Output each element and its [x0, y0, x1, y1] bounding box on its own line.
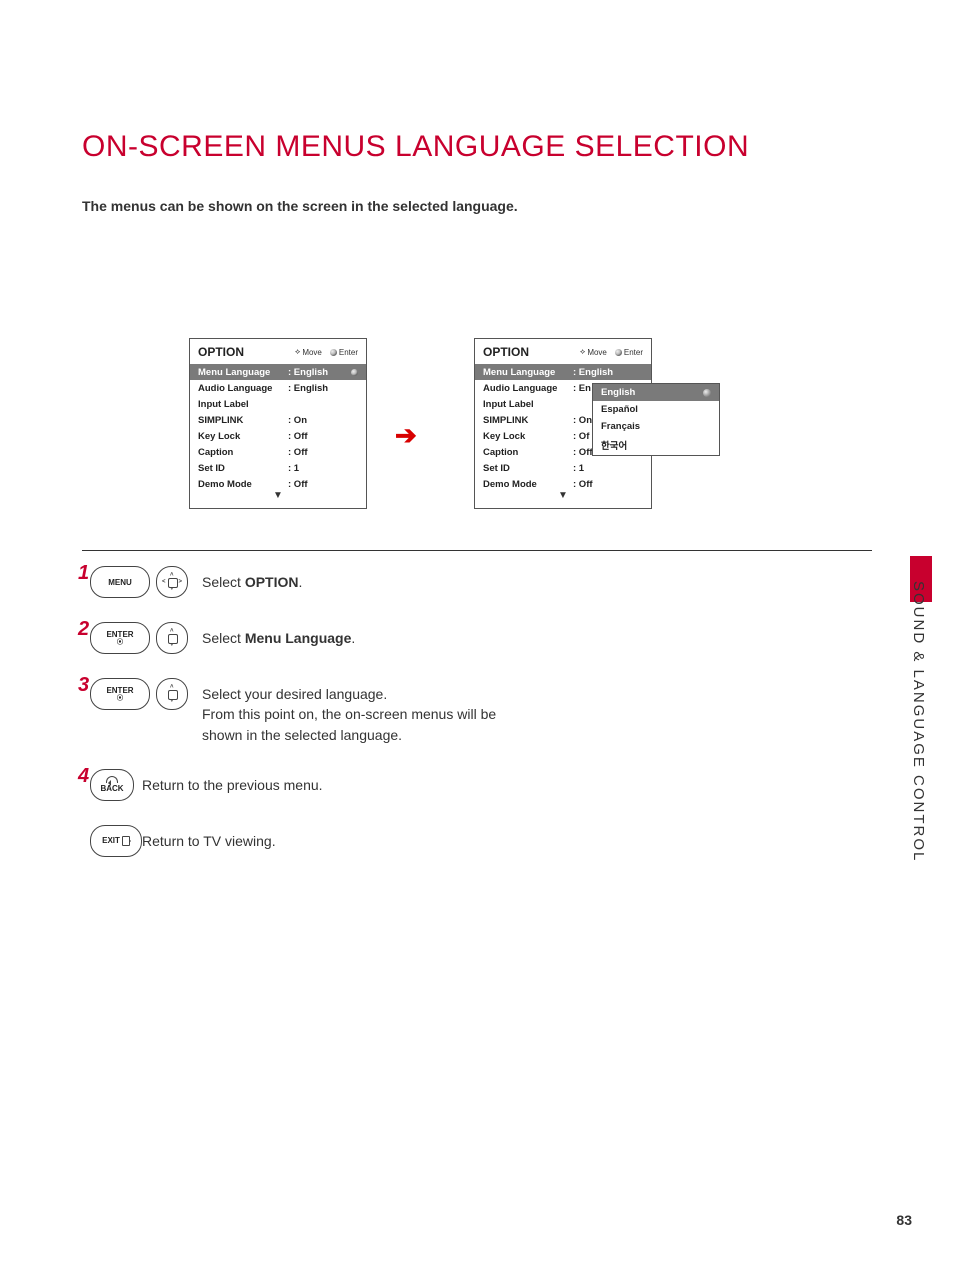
language-dropdown[interactable]: English Español Français 한국어	[592, 383, 720, 456]
enter-icon	[703, 389, 711, 397]
enter-icon	[615, 349, 622, 356]
page-title: ON-SCREEN MENUS LANGUAGE SELECTION	[82, 130, 749, 164]
enter-button[interactable]: ENTER⦿	[90, 622, 150, 654]
page-number: 83	[896, 1212, 912, 1228]
enter-icon	[330, 349, 337, 356]
enter-button[interactable]: ENTER⦿	[90, 678, 150, 710]
back-icon	[106, 776, 118, 783]
chevron-down-icon: ▼	[190, 492, 366, 504]
hint-enter: Enter	[624, 348, 643, 357]
divider	[82, 550, 872, 551]
step-4: 4 BACK Return to the previous menu.	[78, 769, 678, 801]
osd-row[interactable]: Set ID: 1	[190, 460, 366, 476]
osd-value: : English	[288, 367, 351, 378]
osd-row[interactable]: Audio Language: English	[190, 380, 366, 396]
dpad-icon: ˄˅	[163, 629, 181, 647]
hint-enter: Enter	[339, 348, 358, 357]
exit-button[interactable]: EXIT	[90, 825, 142, 857]
osd-title: OPTION	[198, 345, 295, 359]
step-number: 1	[78, 562, 89, 585]
chevron-down-icon: ▼	[475, 492, 651, 504]
osd-label: Menu Language	[198, 367, 288, 378]
osd-row[interactable]: Input Label	[190, 396, 366, 412]
step-number: 2	[78, 618, 89, 641]
osd-row[interactable]: Caption: Off	[190, 444, 366, 460]
hint-move: Move	[302, 348, 322, 357]
osd-panel-before: OPTION ⟡Move Enter Menu Language : Engli…	[189, 338, 367, 509]
side-tab-label: SOUND & LANGUAGE CONTROL	[910, 581, 927, 862]
dropdown-item[interactable]: English	[593, 384, 719, 401]
step-1: 1 MENU ˄˅˂˃ Select OPTION.	[78, 566, 678, 598]
step-number: 3	[78, 674, 89, 697]
step-text: Select Menu Language.	[202, 622, 355, 648]
osd-row-menu-language[interactable]: Menu Language : English	[475, 364, 651, 380]
menu-button[interactable]: MENU	[90, 566, 150, 598]
nav-icon: ⟡	[580, 347, 585, 357]
exit-icon	[122, 836, 130, 846]
dpad-icon: ˄˅˂˃	[163, 573, 181, 591]
dropdown-item[interactable]: Español	[593, 401, 719, 418]
step-text: Select OPTION.	[202, 566, 302, 592]
osd-row[interactable]: Key Lock: Off	[190, 428, 366, 444]
step-text: Select your desired language. From this …	[202, 678, 522, 745]
osd-title: OPTION	[483, 345, 580, 359]
dropdown-item[interactable]: 한국어	[593, 435, 719, 455]
enter-icon	[351, 369, 358, 376]
hint-move: Move	[587, 348, 607, 357]
step-5: EXIT Return to TV viewing.	[78, 825, 678, 857]
osd-row-menu-language[interactable]: Menu Language : English	[190, 364, 366, 380]
step-text: Return to TV viewing.	[142, 825, 276, 851]
dpad-button[interactable]: ˄˅˂˃	[156, 566, 188, 598]
step-text: Return to the previous menu.	[142, 769, 323, 795]
dpad-button[interactable]: ˄˅	[156, 622, 188, 654]
back-button[interactable]: BACK	[90, 769, 134, 801]
arrow-right-icon: ➔	[395, 420, 417, 451]
osd-row[interactable]: Set ID: 1	[475, 460, 651, 476]
dropdown-item[interactable]: Français	[593, 418, 719, 435]
dropdown-label: English	[601, 387, 635, 398]
step-number: 4	[78, 765, 89, 788]
dpad-button[interactable]: ˄˅	[156, 678, 188, 710]
intro-text: The menus can be shown on the screen in …	[82, 198, 518, 214]
dpad-icon: ˄˅	[163, 685, 181, 703]
osd-row[interactable]: SIMPLINK: On	[190, 412, 366, 428]
nav-icon: ⟡	[295, 347, 300, 357]
step-3: 3 ENTER⦿ ˄˅ Select your desired language…	[78, 678, 678, 745]
step-2: 2 ENTER⦿ ˄˅ Select Menu Language.	[78, 622, 678, 654]
